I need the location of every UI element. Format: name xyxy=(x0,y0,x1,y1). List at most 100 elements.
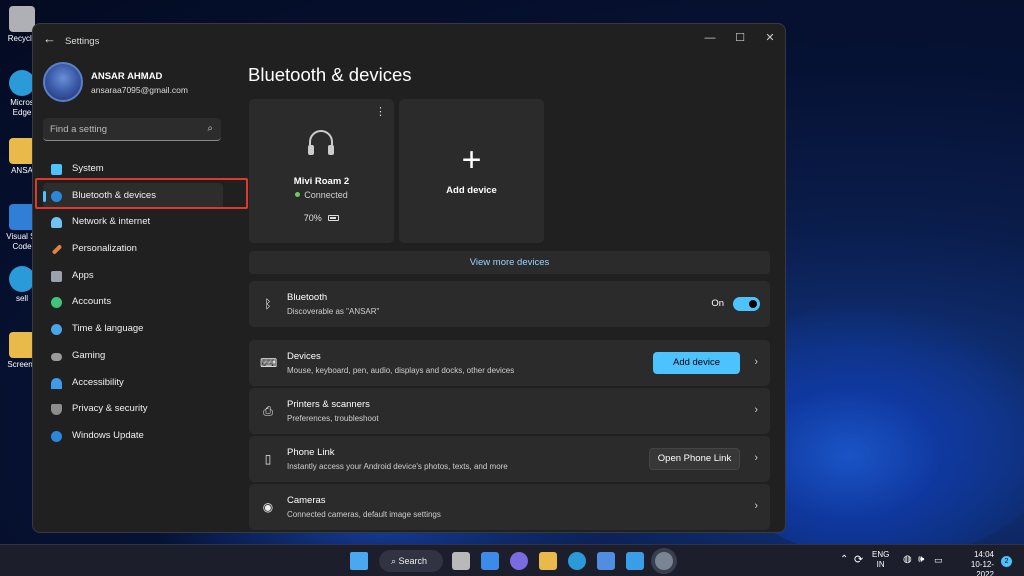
globe-icon[interactable]: ◍ xyxy=(903,554,912,565)
sidebar-item-apps[interactable]: Apps xyxy=(43,263,223,290)
store-icon[interactable] xyxy=(597,552,615,570)
sidebar-item-system[interactable]: System xyxy=(43,156,223,183)
printers-subtitle: Preferences, troubleshoot xyxy=(287,414,379,423)
sidebar-item-privacy[interactable]: Privacy & security xyxy=(43,396,223,423)
device-status: Connected xyxy=(249,190,394,200)
sidebar-item-bluetooth-devices[interactable]: Bluetooth & devices xyxy=(43,182,223,210)
chevron-right-icon[interactable]: › xyxy=(754,452,758,464)
minimize-button[interactable]: — xyxy=(695,28,725,48)
sync-icon[interactable]: ⟳ xyxy=(854,553,863,566)
settings-window: ← Settings — ☐ ✕ ANSAR AHMAD ansaraa7095… xyxy=(32,23,786,533)
more-options-icon[interactable]: ⋮ xyxy=(375,105,386,118)
desktop-icon-label: Micros Edge xyxy=(10,98,34,117)
photos-icon[interactable] xyxy=(626,552,644,570)
title-bar: ← Settings — ☐ ✕ xyxy=(33,24,785,58)
clock[interactable]: 14:04 10-12-2022 xyxy=(954,550,994,576)
sidebar-item-label: Gaming xyxy=(72,349,106,361)
devices-subtitle: Mouse, keyboard, pen, audio, displays an… xyxy=(287,366,515,375)
camera-icon: ◉ xyxy=(262,500,274,514)
add-device-button[interactable]: Add device xyxy=(653,352,740,374)
page-title: Bluetooth & devices xyxy=(248,64,412,85)
bluetooth-title: Bluetooth xyxy=(287,292,328,303)
sidebar-item-network[interactable]: Network & internet xyxy=(43,209,223,236)
printers-row[interactable]: ⎙ Printers & scanners Preferences, troub… xyxy=(249,388,770,434)
widgets-icon[interactable] xyxy=(481,552,499,570)
chevron-right-icon[interactable]: › xyxy=(754,404,758,416)
bluetooth-icon: ᛒ xyxy=(264,297,272,311)
battery-icon[interactable]: ▭ xyxy=(934,555,943,566)
cameras-subtitle: Connected cameras, default image setting… xyxy=(287,510,441,519)
profile-email: ansaraa7095@gmail.com xyxy=(91,85,188,95)
close-button[interactable]: ✕ xyxy=(755,28,785,48)
add-device-card[interactable]: + Add device xyxy=(399,99,544,243)
sidebar-item-windows-update[interactable]: Windows Update xyxy=(43,423,223,450)
sidebar-item-label: Time & language xyxy=(72,323,144,335)
language-line2: IN xyxy=(876,560,885,569)
window-title: Settings xyxy=(65,36,100,47)
task-view-icon[interactable] xyxy=(452,552,470,570)
desktop-icon-label: sell xyxy=(15,294,28,303)
profile-name: ANSAR AHMAD xyxy=(91,71,163,82)
clock-date: 10-12-2022 xyxy=(970,560,994,576)
sidebar-item-accounts[interactable]: Accounts xyxy=(43,289,223,316)
device-status-text: Connected xyxy=(304,190,348,200)
start-button-windows-icon[interactable] xyxy=(350,552,368,570)
sidebar-item-time-language[interactable]: Time & language xyxy=(43,316,223,343)
phone-link-title: Phone Link xyxy=(287,447,335,458)
file-explorer-icon[interactable] xyxy=(539,552,557,570)
sidebar-item-accessibility[interactable]: Accessibility xyxy=(43,370,223,397)
plus-icon: + xyxy=(461,141,482,179)
add-device-label: Add device xyxy=(446,185,497,196)
connected-dot-icon xyxy=(295,192,301,197)
taskbar: ⌕ Search ⌃ ⟳ ENG IN ◍ 🕪 ▭ 14:04 10-12-20… xyxy=(0,544,1024,576)
notification-badge[interactable]: 2 xyxy=(1001,556,1012,567)
sidebar-item-personalization[interactable]: Personalization xyxy=(43,236,223,263)
maximize-button[interactable]: ☐ xyxy=(725,28,755,48)
edge-icon[interactable] xyxy=(568,552,586,570)
clock-time: 14:04 xyxy=(973,550,994,559)
search-input[interactable]: Find a setting ⌕ xyxy=(43,118,221,141)
sidebar-item-gaming[interactable]: Gaming xyxy=(43,343,223,370)
open-phone-link-button[interactable]: Open Phone Link xyxy=(649,448,740,470)
teams-chat-icon[interactable] xyxy=(510,552,528,570)
sidebar-item-label: Windows Update xyxy=(72,429,144,441)
back-arrow-icon[interactable]: ← xyxy=(43,31,56,46)
sidebar-nav: System Bluetooth & devices Network & int… xyxy=(43,156,223,450)
sidebar-item-label: Accessibility xyxy=(72,376,124,388)
cameras-title: Cameras xyxy=(287,495,326,506)
chevron-right-icon[interactable]: › xyxy=(754,356,758,368)
bluetooth-subtitle: Discoverable as "ANSAR" xyxy=(287,307,380,316)
taskbar-search-label: Search xyxy=(398,556,428,566)
cameras-row[interactable]: ◉ Cameras Connected cameras, default ima… xyxy=(249,484,770,530)
phone-link-row[interactable]: ▯ Phone Link Instantly access your Andro… xyxy=(249,436,770,482)
bluetooth-row: ᛒ Bluetooth Discoverable as "ANSAR" On xyxy=(249,281,770,327)
bluetooth-toggle[interactable] xyxy=(733,297,760,311)
accessibility-icon xyxy=(51,377,62,389)
phone-link-subtitle: Instantly access your Android device's p… xyxy=(287,462,508,471)
devices-row[interactable]: ⌨ Devices Mouse, keyboard, pen, audio, d… xyxy=(249,340,770,386)
headphones-icon xyxy=(308,130,334,155)
view-more-devices-button[interactable]: View more devices xyxy=(249,251,770,274)
device-card[interactable]: ⋮ Mivi Roam 2 Connected 70% xyxy=(249,99,394,243)
avatar[interactable] xyxy=(43,62,83,102)
language-indicator[interactable]: ENG IN xyxy=(872,550,889,570)
sidebar-item-label: System xyxy=(72,163,104,174)
apps-icon xyxy=(51,270,62,282)
printer-icon: ⎙ xyxy=(263,404,273,418)
wifi-icon xyxy=(51,217,62,229)
chevron-up-icon[interactable]: ⌃ xyxy=(840,554,848,565)
bluetooth-icon xyxy=(51,190,62,202)
sidebar-item-label: Network & internet xyxy=(72,216,151,228)
settings-gear-icon[interactable] xyxy=(655,552,673,570)
bluetooth-toggle-label: On xyxy=(711,298,724,309)
sidebar-item-label: Apps xyxy=(72,269,94,281)
chevron-right-icon[interactable]: › xyxy=(754,500,758,512)
taskbar-search-button[interactable]: ⌕ Search xyxy=(379,550,443,572)
system-icon xyxy=(51,164,62,175)
search-icon[interactable]: ⌕ xyxy=(207,123,213,134)
battery-icon xyxy=(328,215,340,221)
sidebar-item-label: Personalization xyxy=(72,243,137,255)
sidebar-item-label: Accounts xyxy=(72,296,112,308)
volume-icon[interactable]: 🕪 xyxy=(918,554,924,565)
printers-title: Printers & scanners xyxy=(287,399,370,410)
